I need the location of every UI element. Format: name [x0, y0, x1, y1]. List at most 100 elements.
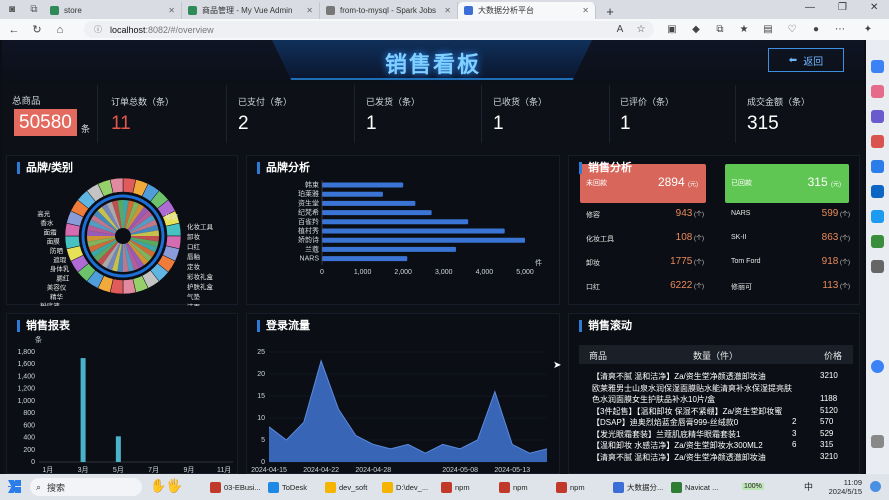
profile-icon[interactable]: ◙	[4, 1, 20, 17]
scroll-row-price: 3210	[820, 451, 838, 461]
taskbar-app[interactable]: dev_soft	[325, 479, 367, 495]
close-tab-icon[interactable]: ✕	[444, 6, 451, 15]
unpaid-amount: 2894	[657, 175, 685, 189]
app-label: 大数据分...	[627, 482, 664, 492]
collections-icon[interactable]: ▤	[760, 21, 776, 37]
add-sidebar-icon[interactable]	[871, 260, 884, 273]
page-title: 销售看板	[384, 52, 481, 77]
scroll-row-name: 【DSAP】迪奥烈焰蓝金唇膏999-丝绒款0	[592, 418, 739, 427]
close-tab-icon[interactable]: ✕	[306, 6, 313, 15]
more-menu-icon[interactable]: ⋯	[832, 21, 848, 37]
battery-indicator: 100%	[742, 483, 764, 490]
performance-icon[interactable]: ♡	[784, 21, 800, 37]
paid-box: 已回款 315 (元)	[725, 164, 849, 203]
pie-label: 唇釉	[187, 252, 201, 261]
address-bar-row: ← ↻ ⌂ ⓘ localhost:8082/#/overview A ☆ ▣ …	[0, 19, 889, 40]
taskbar-app[interactable]: 03-EBusi...	[210, 479, 261, 495]
maximize-icon[interactable]: ❐	[838, 2, 847, 13]
taskbar-app[interactable]: npm	[499, 479, 528, 495]
stat-value: 50580	[19, 112, 72, 133]
browser-tab-spark[interactable]: from-to-mysql - Spark Jobs ✕	[320, 2, 458, 19]
app-icon	[268, 481, 279, 493]
minimize-icon[interactable]: —	[805, 2, 815, 13]
ime-indicator[interactable]: 中	[804, 480, 813, 493]
profile-circle-icon[interactable]: ●	[808, 21, 824, 37]
games-icon[interactable]	[871, 135, 884, 148]
bar-category-label: 娇韵诗	[298, 235, 319, 244]
browser-tab-store[interactable]: store ✕	[44, 2, 182, 19]
x-tick-label: 0	[320, 269, 324, 276]
app-label: npm	[513, 482, 528, 492]
search-sidebar-icon[interactable]	[871, 60, 884, 73]
bar-category-label: 资生堂	[298, 198, 319, 207]
collapse-sidebar-icon[interactable]	[871, 360, 884, 373]
y-tick-label: 400	[23, 435, 35, 442]
sales-item-number: 918	[821, 256, 839, 267]
url-host: localhost	[110, 24, 146, 35]
url-field[interactable]: ⓘ localhost:8082/#/overview	[84, 21, 654, 38]
sales-item-unit: (个)	[692, 236, 704, 242]
col-qty: 数量（件）	[693, 351, 739, 361]
home-icon[interactable]: ⌂	[51, 21, 69, 39]
taskbar-search[interactable]: ⌕ 搜索	[30, 478, 142, 496]
read-aloud-icon[interactable]: A	[612, 21, 628, 37]
tools-icon[interactable]	[871, 110, 884, 123]
shopping-icon[interactable]	[871, 85, 884, 98]
extension-icon[interactable]: ◆	[688, 21, 704, 37]
y-tick-label: 20	[257, 371, 265, 378]
browser-tab-bigdata[interactable]: 大数据分析平台 ✕	[458, 2, 596, 19]
bar	[322, 228, 505, 234]
scroll-row-price: 5120	[820, 405, 838, 415]
bar-category-label: 百雀羚	[298, 217, 319, 226]
split-screen-icon[interactable]: ▣	[664, 21, 680, 37]
refresh-icon[interactable]: ↻	[28, 21, 46, 39]
panel-brand-category: 品牌/类别 高光香水面霜面膜防晒遮瑕身体乳腮红美容仪精华粉底液眼霜眼影男士护肤修…	[6, 155, 238, 306]
scroll-table-header: 商品 数量（件） 价格	[579, 345, 853, 364]
back-arrow-icon[interactable]: ←	[5, 21, 23, 39]
favorites-icon[interactable]: ★	[736, 21, 752, 37]
taskbar-app[interactable]: Navicat ...	[671, 479, 718, 495]
bar-category-label: 珀莱雅	[298, 189, 319, 198]
workspaces-icon[interactable]: ⧉	[26, 1, 42, 17]
new-tab-button[interactable]: +	[602, 3, 618, 19]
sales-item-value: 599 (个)	[788, 208, 850, 219]
stat-value: 1	[620, 113, 631, 134]
tab-actions-icon[interactable]: ⧉	[712, 21, 728, 37]
office-icon[interactable]	[871, 160, 884, 173]
clock[interactable]: 11:09 2024/5/15	[822, 478, 862, 496]
taskbar-app[interactable]: 大数据分...	[613, 479, 663, 495]
bar	[322, 219, 469, 225]
scroll-row-name: 欧莱雅男士山泉水润保湿面膜贴水能清爽补水保湿提亮肤	[592, 383, 792, 393]
taskbar-app[interactable]: ToDesk	[268, 479, 307, 495]
notification-icon[interactable]	[870, 481, 881, 492]
scroll-row-price: 529	[820, 428, 834, 438]
unpaid-unit: (元)	[688, 182, 698, 188]
taskbar-app[interactable]: D:\dev_...	[382, 479, 428, 495]
y-tick-label: 1,400	[17, 373, 35, 380]
dashboard-header: 销售看板 ⬅ 返回	[2, 40, 864, 83]
tree-icon[interactable]	[871, 235, 884, 248]
windows-start-icon[interactable]	[8, 480, 21, 493]
close-tab-icon[interactable]: ✕	[168, 6, 175, 15]
back-button[interactable]: ⬅ 返回	[768, 48, 844, 72]
copilot-icon[interactable]: ✦	[860, 21, 876, 37]
drop-icon[interactable]	[871, 210, 884, 223]
taskbar-app[interactable]: npm	[556, 479, 585, 495]
sales-item-unit: (个)	[838, 260, 850, 266]
settings-gear-icon[interactable]	[871, 435, 884, 448]
close-tab-icon[interactable]: ✕	[582, 6, 589, 15]
y-tick-label: 1,000	[17, 398, 35, 405]
pie-label: 气垫	[187, 292, 201, 301]
x-tick-label: 2024-05-08	[442, 467, 478, 474]
stat-value: 11	[111, 113, 131, 134]
panel-brand-analysis: 品牌分析 韩束 珀莱雅 资生堂 纪梵希 百雀羚 植村秀 娇韵诗 兰蔻 NARS 0 1,000 2,0…	[246, 155, 560, 305]
browser-tab-admin[interactable]: 商品管理 - My Vue Admin ✕	[182, 2, 320, 19]
favorite-star-icon[interactable]: ☆	[633, 21, 649, 37]
outlook-icon[interactable]	[871, 185, 884, 198]
stat-label: 成交金额（条）	[747, 97, 811, 107]
scroll-row-name: 【清爽不腻 温和洁净】Za/资生堂净颜透澈卸妆油	[592, 372, 766, 381]
close-window-icon[interactable]: ✕	[870, 2, 878, 13]
pie-label: 口红	[187, 242, 201, 251]
taskbar-app[interactable]: npm	[441, 479, 470, 495]
sales-item-name: 口红	[586, 284, 600, 291]
